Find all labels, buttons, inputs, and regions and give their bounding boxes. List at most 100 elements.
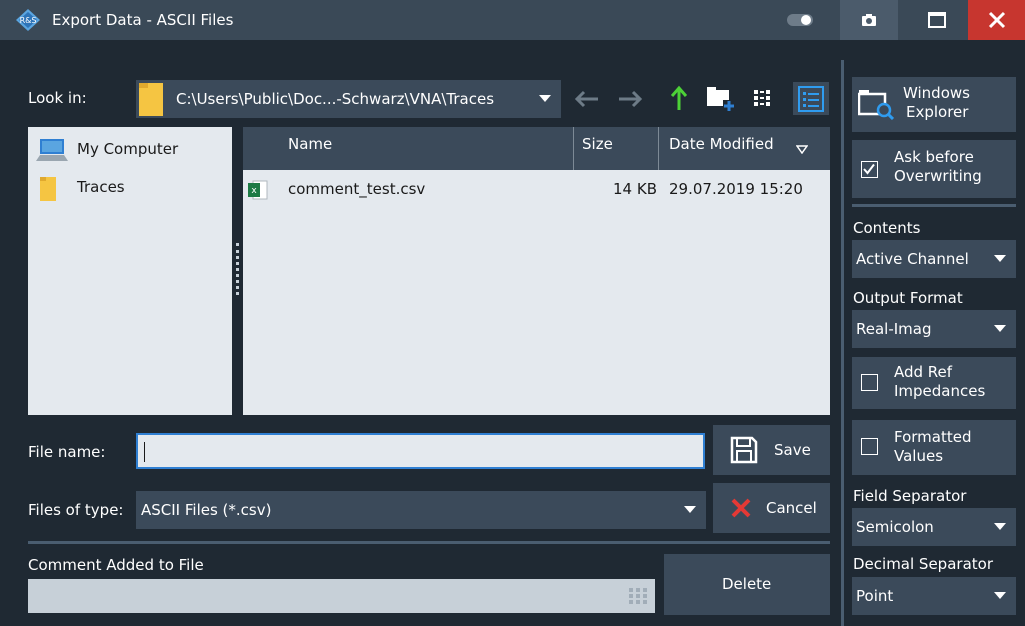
back-icon[interactable] [574,90,600,108]
camera-icon [862,14,876,26]
tree-item-my-computer[interactable]: My Computer [32,137,228,163]
toggle-icon[interactable] [787,14,813,26]
sort-descending-icon [796,145,808,154]
forward-icon[interactable] [617,90,643,108]
list-view-icon[interactable] [752,87,774,109]
field-separator-combo[interactable]: Semicolon [852,508,1016,546]
detail-view-icon [798,86,824,112]
csv-file-icon: x [248,180,268,200]
file-list-header: Name Size Date Modified [243,127,830,170]
delete-button[interactable]: Delete [664,554,830,615]
detail-view-button[interactable] [793,82,829,115]
files-of-type-combo[interactable]: ASCII Files (*.csv) [136,491,706,529]
svg-text:R&S: R&S [20,16,37,25]
checkbox-icon [861,438,878,455]
close-button[interactable] [968,0,1025,40]
look-in-combo[interactable]: C:\Users\Public\Doc...-Schwarz\VNA\Trace… [136,80,561,118]
maximize-icon [928,12,946,28]
up-icon[interactable] [671,85,687,111]
windows-explorer-button[interactable]: Windows Explorer [852,77,1016,132]
checkmark-icon [863,163,875,175]
column-divider[interactable] [573,127,574,170]
tree-item-label: My Computer [77,140,179,158]
column-header-date[interactable]: Date Modified [669,135,774,153]
chevron-down-icon [539,95,551,102]
decimal-separator-label: Decimal Separator [853,555,993,573]
folder-icon [40,177,56,201]
folder-tree[interactable]: My Computer Traces [28,127,232,415]
rs-logo-icon: R&S [16,9,40,31]
title-bar: R&S Export Data - ASCII Files [0,0,1025,40]
add-ref-line2: Impedances [894,382,986,400]
contents-label: Contents [853,219,921,237]
comment-input[interactable] [28,579,655,613]
file-date-cell: 29.07.2019 15:20 [669,180,803,198]
delete-button-label: Delete [722,575,772,593]
ask-before-overwriting-toggle[interactable]: Ask before Overwriting [852,140,1016,198]
file-name-cell: comment_test.csv [288,180,426,198]
file-list[interactable]: Name Size Date Modified x comment_test.c… [243,127,830,415]
look-in-label: Look in: [28,89,87,107]
window-title: Export Data - ASCII Files [52,11,234,29]
panel-splitter[interactable] [236,243,239,295]
decimal-separator-combo[interactable]: Point [852,577,1016,615]
output-format-value: Real-Imag [856,320,932,338]
panel-divider [841,60,844,626]
comment-label: Comment Added to File [28,556,204,574]
save-icon [730,436,758,464]
files-of-type-label: Files of type: [28,501,124,519]
screenshot-button[interactable] [840,0,898,40]
section-divider [28,541,830,544]
chevron-down-icon [994,523,1006,530]
checkbox-icon [861,161,878,178]
svg-text:x: x [251,186,257,196]
windows-explorer-line2: Explorer [906,103,969,121]
tree-item-label: Traces [77,178,125,196]
cancel-icon [731,498,751,518]
ask-before-line2: Overwriting [894,167,982,185]
add-ref-line1: Add Ref [894,363,953,381]
output-format-label: Output Format [853,289,963,307]
field-separator-value: Semicolon [856,518,934,536]
file-name-input[interactable] [136,433,705,469]
cancel-button-label: Cancel [766,499,817,517]
chevron-down-icon [684,506,696,513]
ask-before-line1: Ask before [894,148,974,166]
column-header-name[interactable]: Name [288,135,332,153]
column-divider[interactable] [658,127,659,170]
checkbox-icon [861,374,878,391]
chevron-down-icon [994,255,1006,262]
look-in-path: C:\Users\Public\Doc...-Schwarz\VNA\Trace… [176,90,495,108]
chevron-down-icon [994,325,1006,332]
new-folder-icon[interactable] [705,84,735,112]
windows-explorer-line1: Windows [903,84,970,102]
formatted-values-toggle[interactable]: Formatted Values [852,420,1016,475]
save-button[interactable]: Save [713,425,830,475]
decimal-separator-value: Point [856,587,894,605]
contents-combo[interactable]: Active Channel [852,240,1016,278]
maximize-button[interactable] [908,0,966,40]
field-separator-label: Field Separator [853,487,967,505]
file-size-cell: 14 KB [613,180,657,198]
folder-search-icon [858,90,894,120]
output-format-combo[interactable]: Real-Imag [852,310,1016,348]
file-row[interactable]: x comment_test.csv 14 KB 29.07.2019 15:2… [243,175,830,203]
export-options-panel: Windows Explorer Ask before Overwriting … [847,60,1025,626]
keypad-icon[interactable] [629,588,647,604]
column-header-size[interactable]: Size [582,135,613,153]
folder-icon [139,83,163,116]
contents-value: Active Channel [856,250,969,268]
file-name-label: File name: [28,443,106,461]
tree-item-traces[interactable]: Traces [32,175,228,201]
add-ref-impedances-toggle[interactable]: Add Ref Impedances [852,357,1016,409]
computer-icon [36,139,68,161]
formatted-line2: Values [894,447,944,465]
chevron-down-icon [994,592,1006,599]
text-cursor [144,442,145,462]
close-icon [988,11,1005,29]
formatted-line1: Formatted [894,428,972,446]
files-of-type-value: ASCII Files (*.csv) [141,501,272,519]
save-button-label: Save [774,441,811,459]
cancel-button[interactable]: Cancel [713,483,830,533]
options-divider [852,204,1016,207]
